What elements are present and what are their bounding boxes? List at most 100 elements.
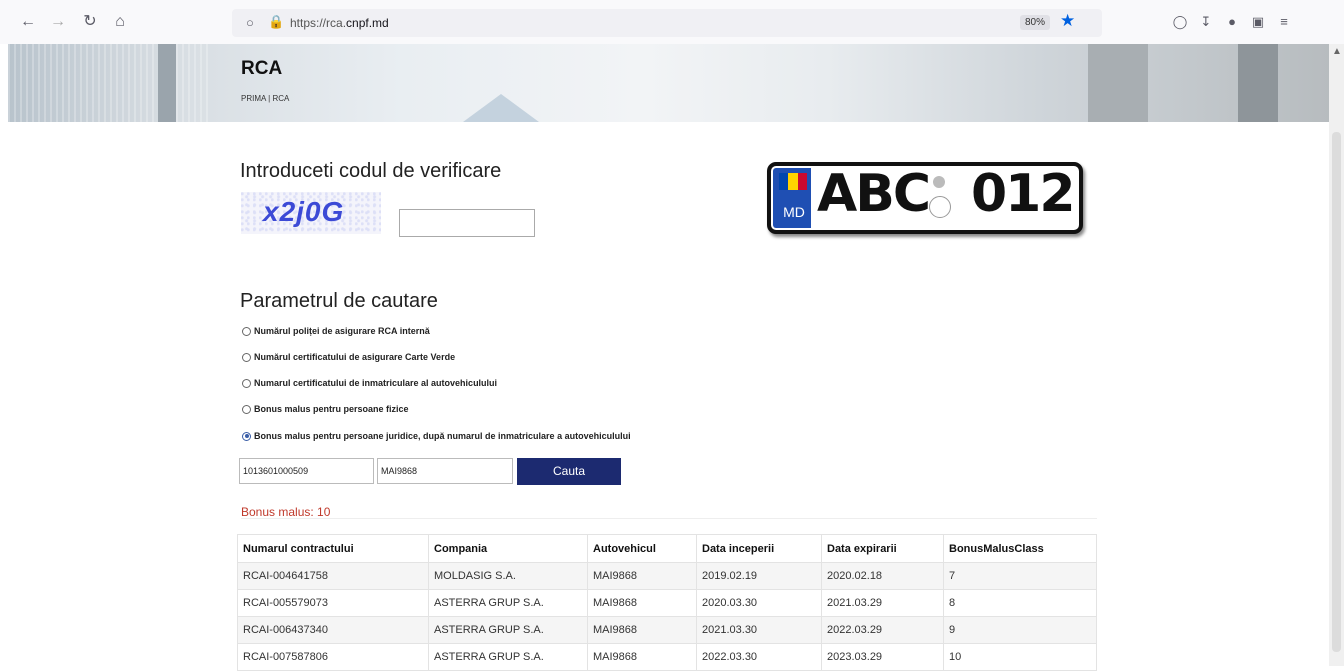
back-arrow-icon[interactable]: ← [18,12,38,32]
table-cell: ASTERRA GRUP S.A. [428,643,588,671]
table-cell: ASTERRA GRUP S.A. [428,616,588,644]
page-scrollbar[interactable]: ▲ [1329,44,1344,666]
table-cell: RCAI-005579073 [237,589,429,617]
radio-button[interactable] [242,404,251,414]
table-cell: 9 [943,616,1097,644]
table-header-row: Numarul contractului Compania Autovehicu… [237,534,1097,563]
pocket-icon[interactable]: ◯ [1170,12,1190,32]
search-option-rca-policy[interactable]: Numărul poliței de asigurare RCA internă [242,324,430,338]
plate-letters: ABC [817,164,931,224]
table-cell: MAI9868 [587,589,697,617]
banner-decoration [158,44,176,122]
table-cell: 2022.03.29 [821,616,944,644]
scrollbar-thumb[interactable] [1332,132,1341,652]
table-cell: RCAI-007587806 [237,643,429,671]
flag-stripe [797,173,807,190]
plate-country-band: MD [773,168,811,228]
bonus-malus-result: Bonus malus: 10 [241,505,331,519]
download-icon[interactable]: ↧ [1196,12,1216,32]
column-header: Numarul contractului [237,534,429,563]
column-header: Data inceperii [696,534,822,563]
plate-country-code: MD [783,204,805,220]
table-cell: MOLDASIG S.A. [428,562,588,590]
table-cell: ASTERRA GRUP S.A. [428,589,588,617]
captcha-heading: Introduceti codul de verificare [240,160,502,182]
divider [241,518,1097,519]
table-cell: 8 [943,589,1097,617]
column-header: Data expirarii [821,534,944,563]
menu-icon[interactable]: ≡ [1274,12,1294,32]
radio-button-selected[interactable] [242,431,251,441]
breadcrumb-current: RCA [272,94,290,103]
plate-circle [929,196,951,218]
browser-toolbar: ← → ↻ ⌂ ○ 🔒 https://rca.cnpf.md 80% ★ ◯ … [0,0,1344,44]
radio-label: Bonus malus pentru persoane juridice, du… [254,431,631,441]
radio-label: Numărul certificatului de asigurare Cart… [254,352,456,362]
zoom-level[interactable]: 80% [1020,15,1051,30]
page-title: RCA [241,58,283,79]
moldova-flag-icon [779,173,807,190]
hero-banner: RCA PRIMA | RCA [8,44,1329,122]
column-header: Compania [428,534,588,563]
table-row: RCAI-005579073 ASTERRA GRUP S.A. MAI9868… [237,589,1097,617]
scroll-up-icon[interactable]: ▲ [1332,46,1342,57]
radio-label: Bonus malus pentru persoane fizice [254,404,409,414]
table-cell: 2023.03.29 [821,643,944,671]
search-button[interactable]: Cauta [517,458,621,485]
table-cell: MAI9868 [587,616,697,644]
table-cell: 2022.03.30 [696,643,822,671]
captcha-input[interactable] [399,209,535,237]
plate-digits: 012 [971,164,1076,224]
search-option-registration-certificate[interactable]: Numarul certificatului de inmatriculare … [242,376,497,390]
forward-arrow-icon[interactable]: → [48,12,68,32]
table-cell: 2020.03.30 [696,589,822,617]
reload-icon[interactable]: ↻ [80,12,100,32]
radio-button[interactable] [242,378,251,388]
account-icon[interactable]: ● [1222,12,1242,32]
search-option-green-card[interactable]: Numărul certificatului de asigurare Cart… [242,350,455,364]
table-cell: RCAI-004641758 [237,562,429,590]
bookmark-star-icon[interactable]: ★ [1060,11,1075,31]
results-table: Numarul contractului Compania Autovehicu… [237,534,1097,671]
breadcrumb: PRIMA | RCA [241,94,289,103]
search-option-bonus-malus-individuals[interactable]: Bonus malus pentru persoane fizice [242,402,409,416]
extension-icon[interactable]: ▣ [1248,12,1268,32]
table-cell: MAI9868 [587,562,697,590]
radio-label: Numarul certificatului de inmatriculare … [254,378,498,388]
banner-decoration [8,44,208,122]
captcha-code: x2j0G [263,196,345,227]
column-header: Autovehicul [587,534,697,563]
home-icon[interactable]: ⌂ [110,12,130,32]
license-plate-image: MD ABC 012 [767,162,1083,234]
table-cell: 2021.03.29 [821,589,944,617]
table-cell: 2020.02.18 [821,562,944,590]
shield-icon[interactable]: ○ [246,15,254,30]
plate-dot [933,176,945,188]
captcha-image: x2j0G [241,192,381,234]
banner-decoration [463,94,539,122]
breadcrumb-home-link[interactable]: PRIMA [241,94,266,103]
lock-icon[interactable]: 🔒 [268,14,284,30]
table-cell: 10 [943,643,1097,671]
table-row: RCAI-004641758 MOLDASIG S.A. MAI9868 201… [237,562,1097,590]
table-cell: MAI9868 [587,643,697,671]
company-code-input[interactable]: 1013601000509 [239,458,374,484]
vehicle-number-input[interactable]: MAI9868 [377,458,513,484]
table-row: RCAI-007587806 ASTERRA GRUP S.A. MAI9868… [237,643,1097,671]
search-option-bonus-malus-companies[interactable]: Bonus malus pentru persoane juridice, du… [242,429,631,443]
table-cell: 2019.02.19 [696,562,822,590]
radio-button[interactable] [242,326,251,336]
table-cell: 7 [943,562,1097,590]
banner-decoration [1238,44,1278,122]
table-cell: RCAI-006437340 [237,616,429,644]
table-cell: 2021.03.30 [696,616,822,644]
flag-stripe [788,173,798,190]
address-bar[interactable]: ○ 🔒 https://rca.cnpf.md [232,9,1102,37]
banner-decoration [1088,44,1148,122]
flag-stripe [779,173,789,190]
url-text[interactable]: https://rca.cnpf.md [290,16,389,30]
search-heading: Parametrul de cautare [240,290,438,312]
radio-label: Numărul poliței de asigurare RCA internă [254,326,430,336]
column-header: BonusMalusClass [943,534,1097,563]
radio-button[interactable] [242,352,251,362]
